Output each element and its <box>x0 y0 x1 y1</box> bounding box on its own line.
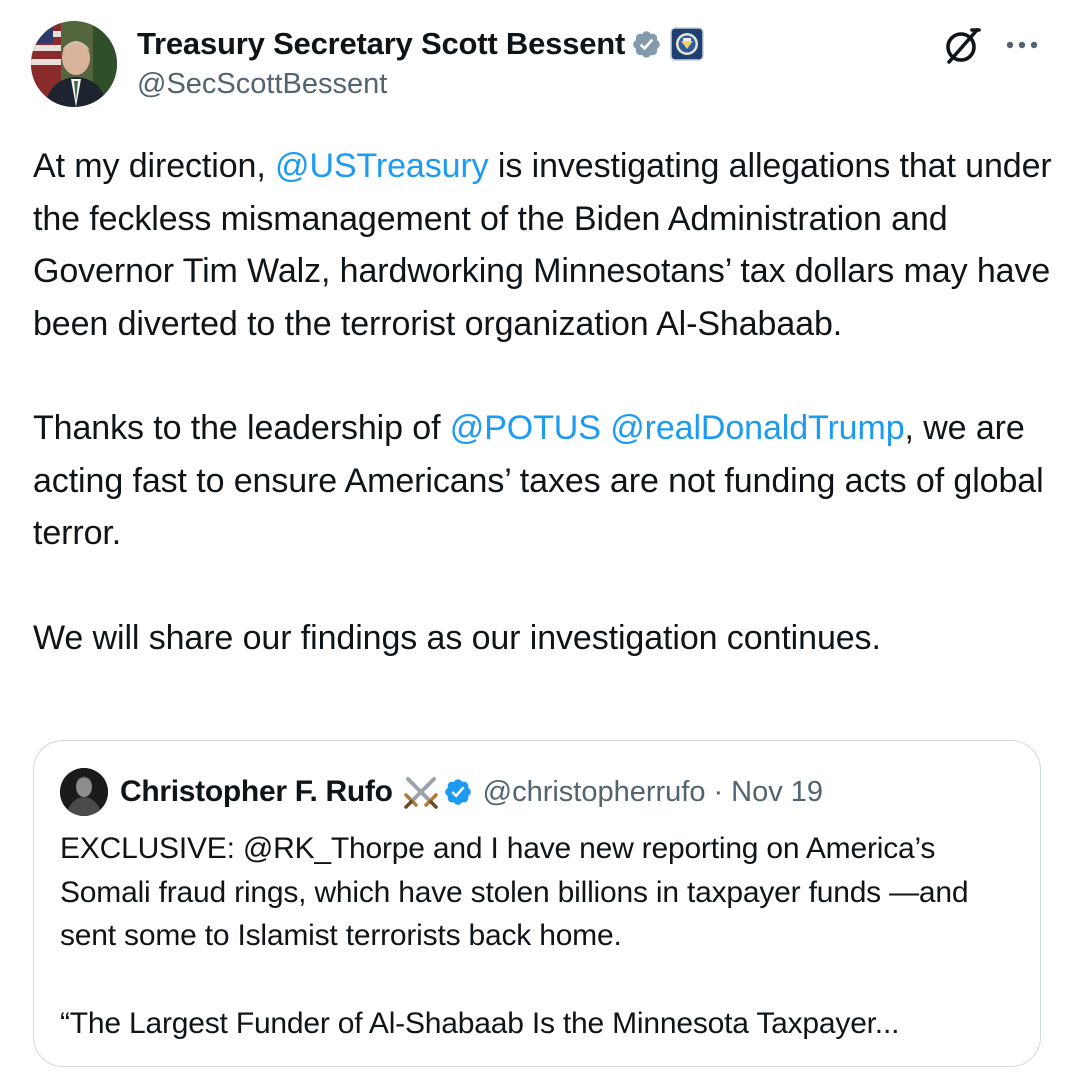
post-text <box>601 409 610 447</box>
post-text: Thanks to the leadership of <box>33 409 450 447</box>
crossed-swords-icon <box>401 772 441 812</box>
post-text: At my direction, <box>33 147 276 185</box>
author-display-name[interactable]: Treasury Secretary Scott Bessent <box>137 26 625 62</box>
mention-link[interactable]: @USTreasury <box>275 147 489 185</box>
quoted-paragraph-2: “The Largest Funder of Al-Shabaab Is the… <box>60 1006 900 1040</box>
treasury-seal-icon[interactable] <box>670 27 704 61</box>
tweet-card: Treasury Secretary Scott Bessent @SecSco… <box>0 0 1076 1090</box>
separator-dot: · <box>713 775 724 808</box>
author-handle[interactable]: @SecScottBessent <box>137 68 387 101</box>
quoted-author-name[interactable]: Christopher F. Rufo <box>120 775 393 809</box>
post-paragraph-2: Thanks to the leadership of @POTUS @real… <box>33 402 1053 560</box>
more-options-icon[interactable] <box>1002 30 1042 60</box>
mention-link[interactable]: @POTUS <box>450 409 601 447</box>
quoted-paragraph-1: EXCLUSIVE: @RK_Thorpe and I have new rep… <box>60 832 969 952</box>
post-body: At my direction, @USTreasury is investig… <box>33 140 1053 664</box>
quoted-post-date[interactable]: Nov 19 <box>731 776 823 809</box>
quoted-author-avatar[interactable] <box>60 768 108 816</box>
post-paragraph-3: We will share our findings as our invest… <box>33 618 881 657</box>
grok-icon[interactable] <box>940 24 984 68</box>
quoted-post-text: EXCLUSIVE: @RK_Thorpe and I have new rep… <box>60 827 1025 1045</box>
author-avatar[interactable] <box>31 21 117 107</box>
mention-link[interactable]: @realDonaldTrump <box>610 409 904 447</box>
author-name-row: Treasury Secretary Scott Bessent <box>137 24 704 64</box>
quoted-author-row: Christopher F. Rufo @christopherrufo · N… <box>120 771 823 813</box>
verified-badge-icon[interactable] <box>443 777 473 807</box>
quoted-post[interactable]: Christopher F. Rufo @christopherrufo · N… <box>33 740 1041 1067</box>
quoted-author-handle[interactable]: @christopherrufo <box>483 776 706 809</box>
post-paragraph-1: At my direction, @USTreasury is investig… <box>33 140 1053 350</box>
verified-badge-icon[interactable] <box>631 29 662 60</box>
